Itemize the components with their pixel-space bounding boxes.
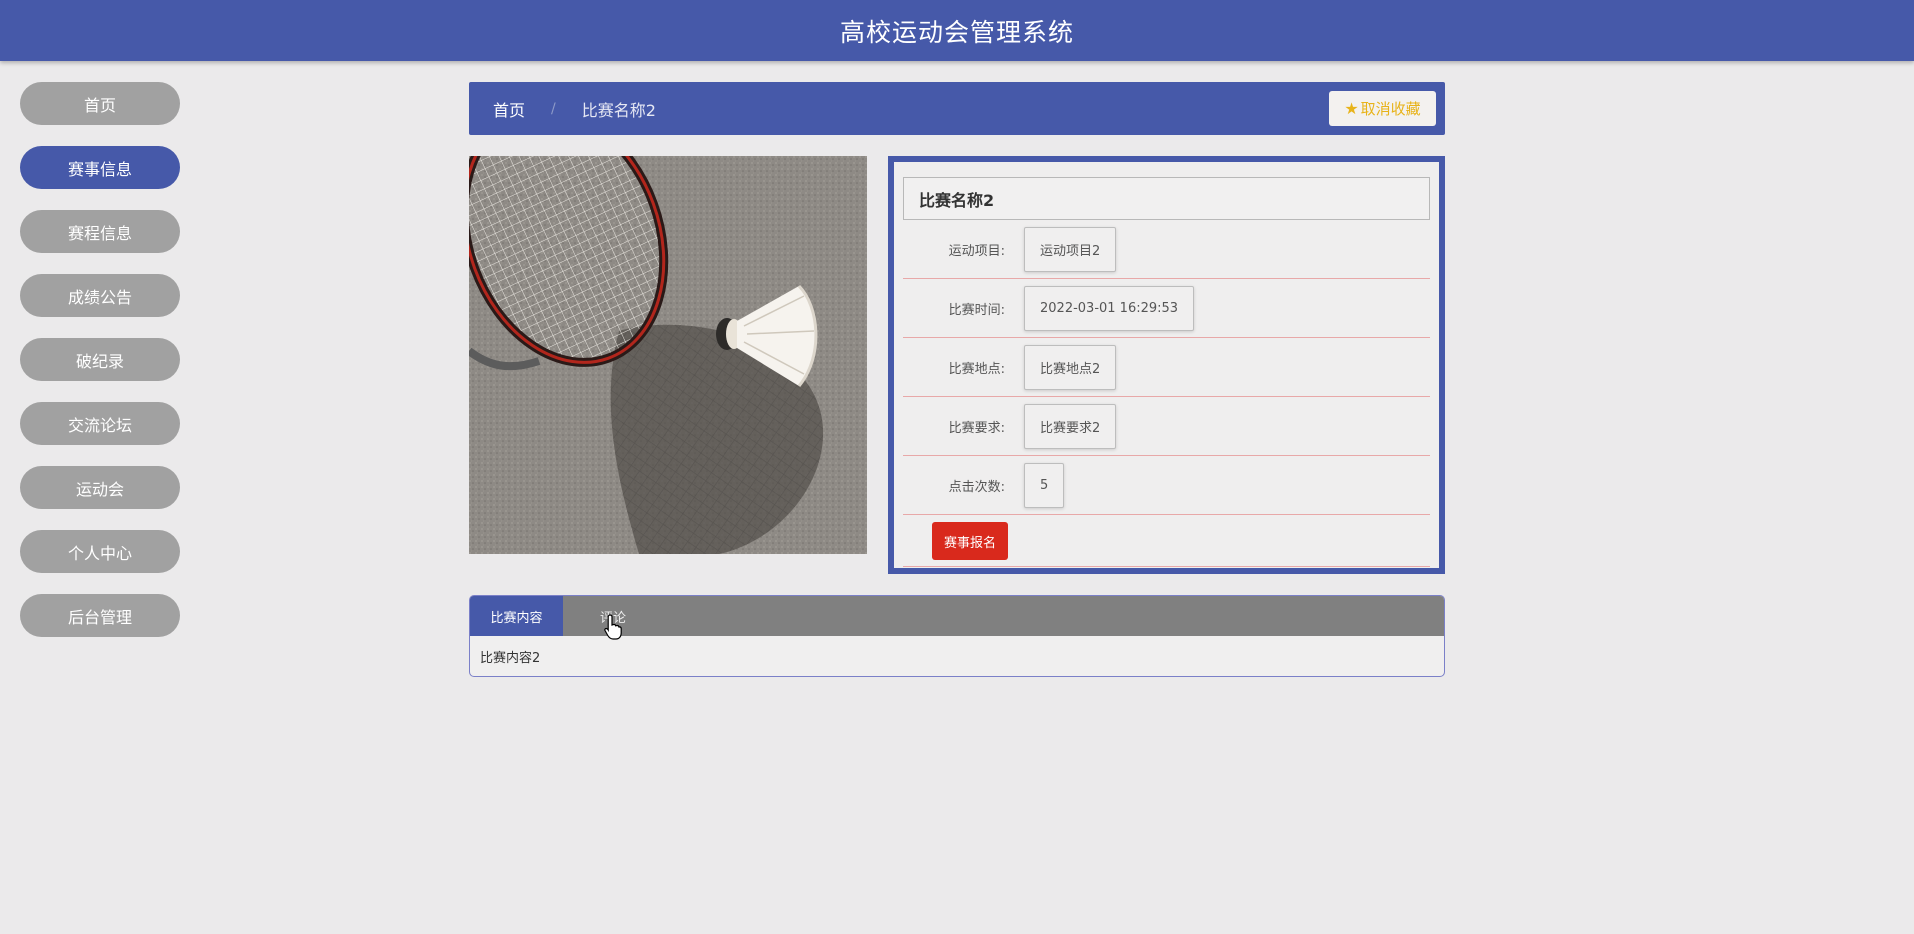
- sidebar-item-sports-meet[interactable]: 运动会: [20, 466, 180, 509]
- event-photo: [469, 156, 867, 554]
- detail-label: 运动项目:: [948, 243, 1005, 259]
- sidebar-item-forum[interactable]: 交流论坛: [20, 402, 180, 445]
- detail-label: 比赛要求:: [948, 420, 1005, 436]
- detail-row-actions: 赛事报名: [903, 515, 1430, 567]
- detail-value: 5: [1024, 463, 1065, 508]
- unfavorite-label: 取消收藏: [1360, 100, 1421, 118]
- tab-content[interactable]: 比赛内容: [470, 596, 563, 636]
- sidebar-item-home[interactable]: 首页: [20, 82, 180, 125]
- detail-row-requirements: 比赛要求: 比赛要求2: [903, 397, 1430, 456]
- badminton-photo-illustration: [469, 156, 867, 554]
- detail-label: 比赛时间:: [948, 302, 1005, 318]
- sidebar-item-records[interactable]: 破纪录: [20, 338, 180, 381]
- tab-panel-content: 比赛内容2: [480, 650, 541, 666]
- detail-label: 点击次数:: [948, 479, 1005, 495]
- star-icon: ★: [1344, 99, 1359, 118]
- detail-value: 比赛地点2: [1024, 345, 1117, 390]
- app-title: 高校运动会管理系统: [839, 17, 1074, 47]
- sidebar-item-events[interactable]: 赛事信息: [20, 146, 180, 189]
- sidebar-item-results[interactable]: 成绩公告: [20, 274, 180, 317]
- hand-cursor-icon: [604, 614, 622, 640]
- detail-value: 2022-03-01 16:29:53: [1024, 286, 1195, 331]
- breadcrumb-current: 比赛名称2: [581, 100, 656, 120]
- sidebar-nav: 首页 赛事信息 赛程信息 成绩公告 破纪录 交流论坛 运动会 个人中心 后台管理: [20, 82, 180, 658]
- detail-label: 比赛地点:: [948, 361, 1005, 377]
- app-header: 高校运动会管理系统: [0, 0, 1914, 61]
- detail-row-sport: 运动项目: 运动项目2: [903, 220, 1430, 279]
- sidebar-item-schedule[interactable]: 赛程信息: [20, 210, 180, 253]
- sidebar-item-admin[interactable]: 后台管理: [20, 594, 180, 637]
- detail-value: 运动项目2: [1024, 227, 1117, 272]
- detail-value: 比赛要求2: [1024, 404, 1117, 449]
- detail-row-location: 比赛地点: 比赛地点2: [903, 338, 1430, 397]
- unfavorite-button[interactable]: ★ 取消收藏: [1329, 91, 1436, 126]
- breadcrumb-separator: /: [551, 100, 556, 117]
- detail-row-clicks: 点击次数: 5: [903, 456, 1430, 515]
- event-title: 比赛名称2: [903, 177, 1430, 220]
- sidebar-item-profile[interactable]: 个人中心: [20, 530, 180, 573]
- event-detail-panel: 比赛名称2 运动项目: 运动项目2 比赛时间: 2022-03-01 16:29…: [888, 156, 1445, 574]
- breadcrumb-home-link[interactable]: 首页: [493, 97, 525, 121]
- event-signup-button[interactable]: 赛事报名: [932, 522, 1008, 560]
- breadcrumb: 首页 / 比赛名称2 ★ 取消收藏: [469, 82, 1445, 135]
- detail-row-time: 比赛时间: 2022-03-01 16:29:53: [903, 279, 1430, 338]
